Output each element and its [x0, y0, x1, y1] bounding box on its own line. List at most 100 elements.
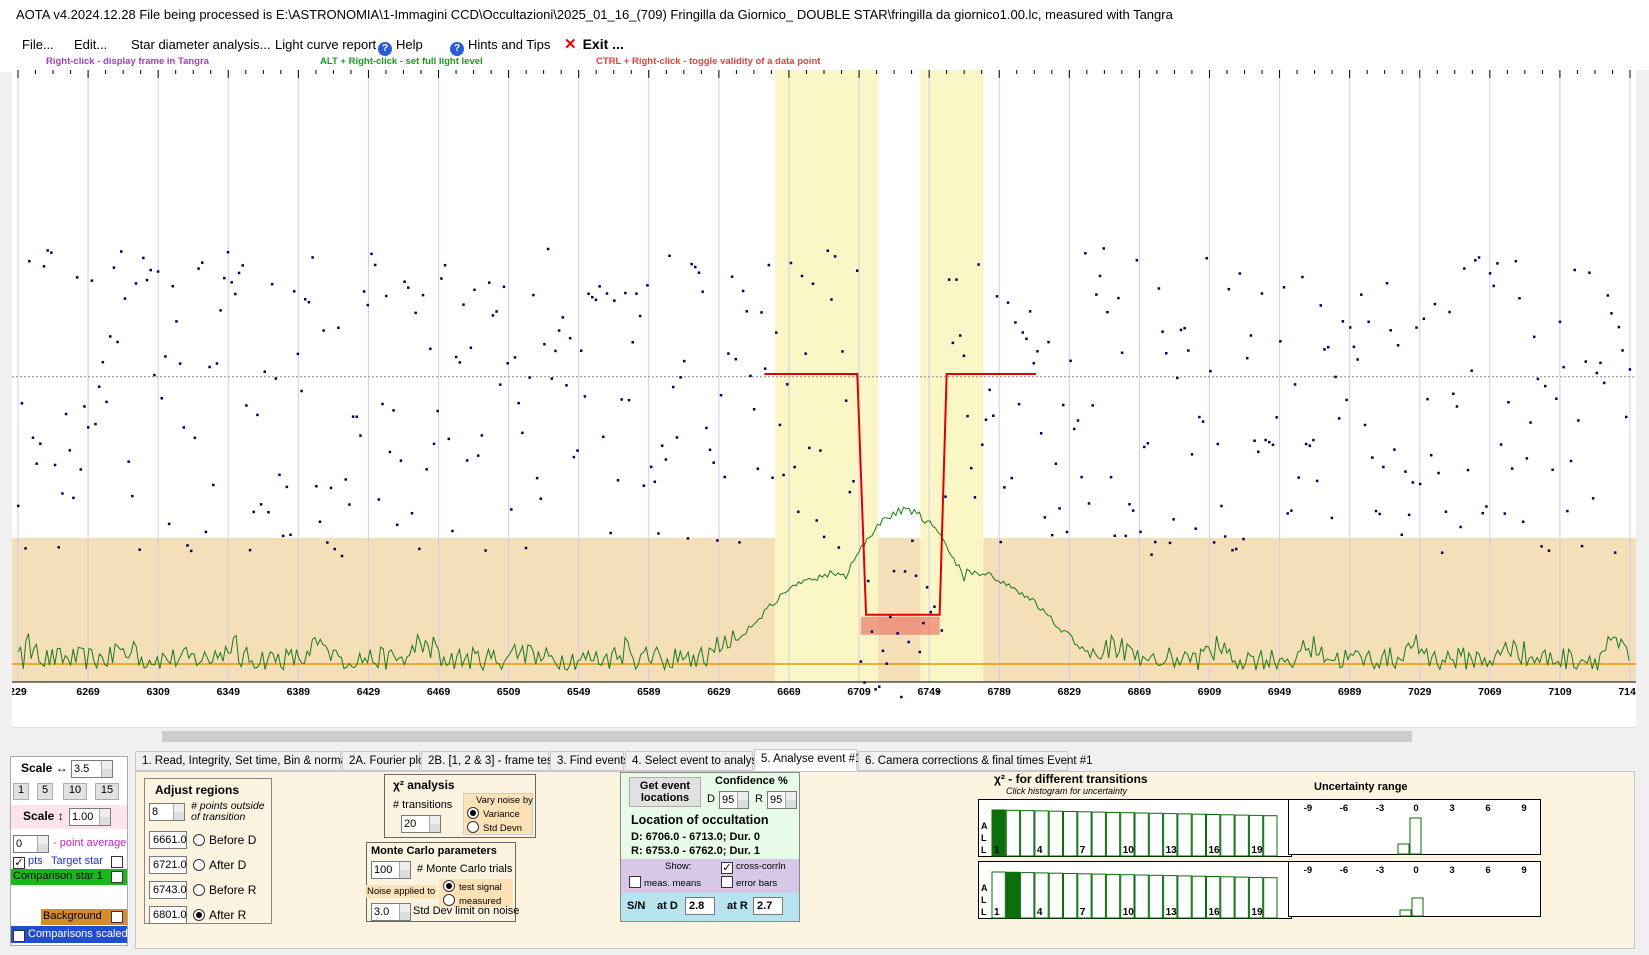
before-d-value[interactable]: 6661.0	[149, 831, 187, 849]
transitions-input[interactable]: 20	[401, 815, 441, 833]
meas-means-checkbox[interactable]	[629, 876, 641, 888]
uncertainty-plot-d[interactable]: -9 -6 -3 0 3 6 9	[1288, 799, 1541, 855]
help-menu[interactable]: ? Help	[378, 37, 423, 56]
std-dev-limit-input[interactable]: 3.0	[371, 903, 411, 921]
data-point	[958, 334, 962, 337]
data-point	[1201, 420, 1205, 423]
data-point	[1150, 553, 1153, 556]
data-point	[734, 357, 738, 361]
file-menu[interactable]: File...	[22, 37, 54, 52]
test-signal-radio[interactable]	[443, 880, 455, 892]
light-curve-report-menu[interactable]: Light curve report	[275, 37, 376, 52]
after-r-radio[interactable]	[193, 909, 205, 921]
tab-read-integrity[interactable]: 1. Read, Integrity, Set time, Bin & norm…	[135, 751, 364, 771]
get-event-locations-button[interactable]: Get event locations	[629, 777, 701, 807]
data-point	[1577, 419, 1580, 422]
comparisons-scaled-checkbox[interactable]: ✓	[13, 930, 25, 942]
background-checkbox[interactable]	[111, 911, 123, 923]
histogram-label: 4	[1037, 845, 1043, 856]
data-point	[587, 292, 590, 296]
data-point	[686, 537, 690, 540]
data-point	[793, 465, 796, 469]
before-r-option[interactable]: Before R	[193, 883, 256, 897]
data-point	[918, 650, 921, 654]
comparisons-scaled-toggle[interactable]: ✓ Comparisons scaled	[13, 928, 128, 942]
pts-row[interactable]: ✓ pts	[13, 855, 43, 869]
exit-menu[interactable]: ✕ Exit ...	[564, 35, 624, 53]
scrollbar-thumb[interactable]	[162, 731, 1412, 742]
scale-1-button[interactable]: 1	[13, 783, 29, 800]
confidence-d-input[interactable]: 95	[719, 791, 749, 809]
after-r-option[interactable]: After R	[193, 908, 246, 922]
light-curve-plot[interactable]: 229 6269 6309 6349 6389 6429 6469 6509 6549 6589 6…	[12, 70, 1636, 727]
monte-carlo-trials-input[interactable]: 100	[371, 861, 411, 879]
adjust-regions-title: Adjust regions	[155, 783, 240, 797]
data-point	[1142, 445, 1146, 449]
data-point	[543, 342, 546, 346]
before-r-radio[interactable]	[193, 884, 205, 896]
tab-select-event[interactable]: 4. Select event to analyse	[625, 751, 764, 771]
tab-find-events[interactable]: 3. Find events	[550, 751, 629, 771]
data-point	[712, 461, 715, 464]
cross-corr-toggle[interactable]: ✓ cross-corrln	[721, 861, 786, 874]
data-point	[1290, 509, 1293, 512]
uncertainty-tick: -9	[1304, 803, 1312, 814]
before-d-option[interactable]: Before D	[193, 833, 256, 847]
data-point	[68, 449, 72, 452]
scale-h-input[interactable]: 3.5	[71, 760, 113, 778]
data-point	[156, 270, 160, 273]
data-point	[1470, 369, 1473, 372]
variance-radio[interactable]	[467, 807, 479, 819]
comparison-star-checkbox[interactable]	[111, 871, 123, 883]
scale-10-button[interactable]: 10	[63, 783, 87, 800]
target-star-checkbox[interactable]	[111, 856, 123, 868]
tab-camera-corrections[interactable]: 6. Camera corrections & final times Even…	[858, 751, 1093, 771]
after-d-radio[interactable]	[193, 859, 205, 871]
before-d-radio[interactable]	[193, 834, 205, 846]
test-signal-option[interactable]: test signal	[443, 880, 502, 893]
x-tick-label: 6509	[497, 686, 521, 698]
horizontal-scrollbar[interactable]	[12, 727, 1636, 744]
data-point	[660, 444, 664, 447]
histogram-bar	[1105, 811, 1121, 857]
star-diameter-menu[interactable]: Star diameter analysis...	[131, 37, 270, 52]
uncertainty-tick: 3	[1449, 865, 1454, 876]
chi-histogram-r[interactable]: ALL 1 4 7 10 13 16 19	[978, 861, 1292, 919]
before-r-value[interactable]: 6743.0	[149, 881, 187, 899]
scale-v-input[interactable]: 1.00	[69, 808, 111, 826]
x-tick-label: 7069	[1478, 686, 1502, 698]
point-average-select[interactable]: 0	[13, 835, 49, 853]
tab-fourier-plot[interactable]: 2A. Fourier plot	[342, 751, 428, 771]
confidence-r-input[interactable]: 95	[767, 791, 797, 809]
histogram-label: 13	[1166, 845, 1178, 856]
edit-menu[interactable]: Edit...	[74, 37, 107, 52]
scale-15-button[interactable]: 15	[95, 783, 119, 800]
data-point	[1529, 421, 1532, 424]
after-d-option[interactable]: After D	[193, 858, 246, 872]
data-point	[112, 266, 116, 269]
chi-histogram-d[interactable]: ALL 1 4 7 10 13 16 19	[978, 799, 1292, 857]
variance-option[interactable]: Variance	[467, 807, 520, 820]
pts-checkbox[interactable]: ✓	[13, 857, 25, 869]
hints-menu[interactable]: ? Hints and Tips	[450, 37, 550, 56]
tab-analyse-event[interactable]: 5. Analyse event #1	[754, 749, 861, 771]
meas-means-toggle[interactable]: meas. means	[629, 876, 701, 889]
after-r-value[interactable]: 6801.0	[149, 906, 187, 924]
std-devn-radio[interactable]	[467, 821, 479, 833]
plot-svg[interactable]: 229 6269 6309 6349 6389 6429 6469 6509 6549 6589 6…	[12, 70, 1636, 727]
data-point	[554, 349, 557, 353]
error-bars-checkbox[interactable]	[721, 876, 733, 888]
data-point	[304, 298, 307, 301]
uncertainty-plot-r[interactable]: -9 -6 -3 0 3 6 9	[1288, 861, 1541, 917]
histogram-bar	[1091, 873, 1106, 919]
points-outside-input[interactable]: 8	[149, 803, 185, 821]
after-d-value[interactable]: 6721.0	[149, 856, 187, 874]
cross-corr-checkbox[interactable]: ✓	[721, 862, 733, 874]
tab-frame-test[interactable]: 2B. [1, 2 & 3] - frame test	[421, 751, 556, 771]
vertical-scrollbar[interactable]	[1636, 70, 1649, 744]
std-devn-option[interactable]: Std Devn	[467, 821, 522, 834]
side-letter: L	[981, 907, 987, 917]
x-tick-label: 6629	[707, 686, 731, 698]
scale-5-button[interactable]: 5	[37, 783, 53, 800]
error-bars-toggle[interactable]: error bars	[721, 876, 777, 889]
